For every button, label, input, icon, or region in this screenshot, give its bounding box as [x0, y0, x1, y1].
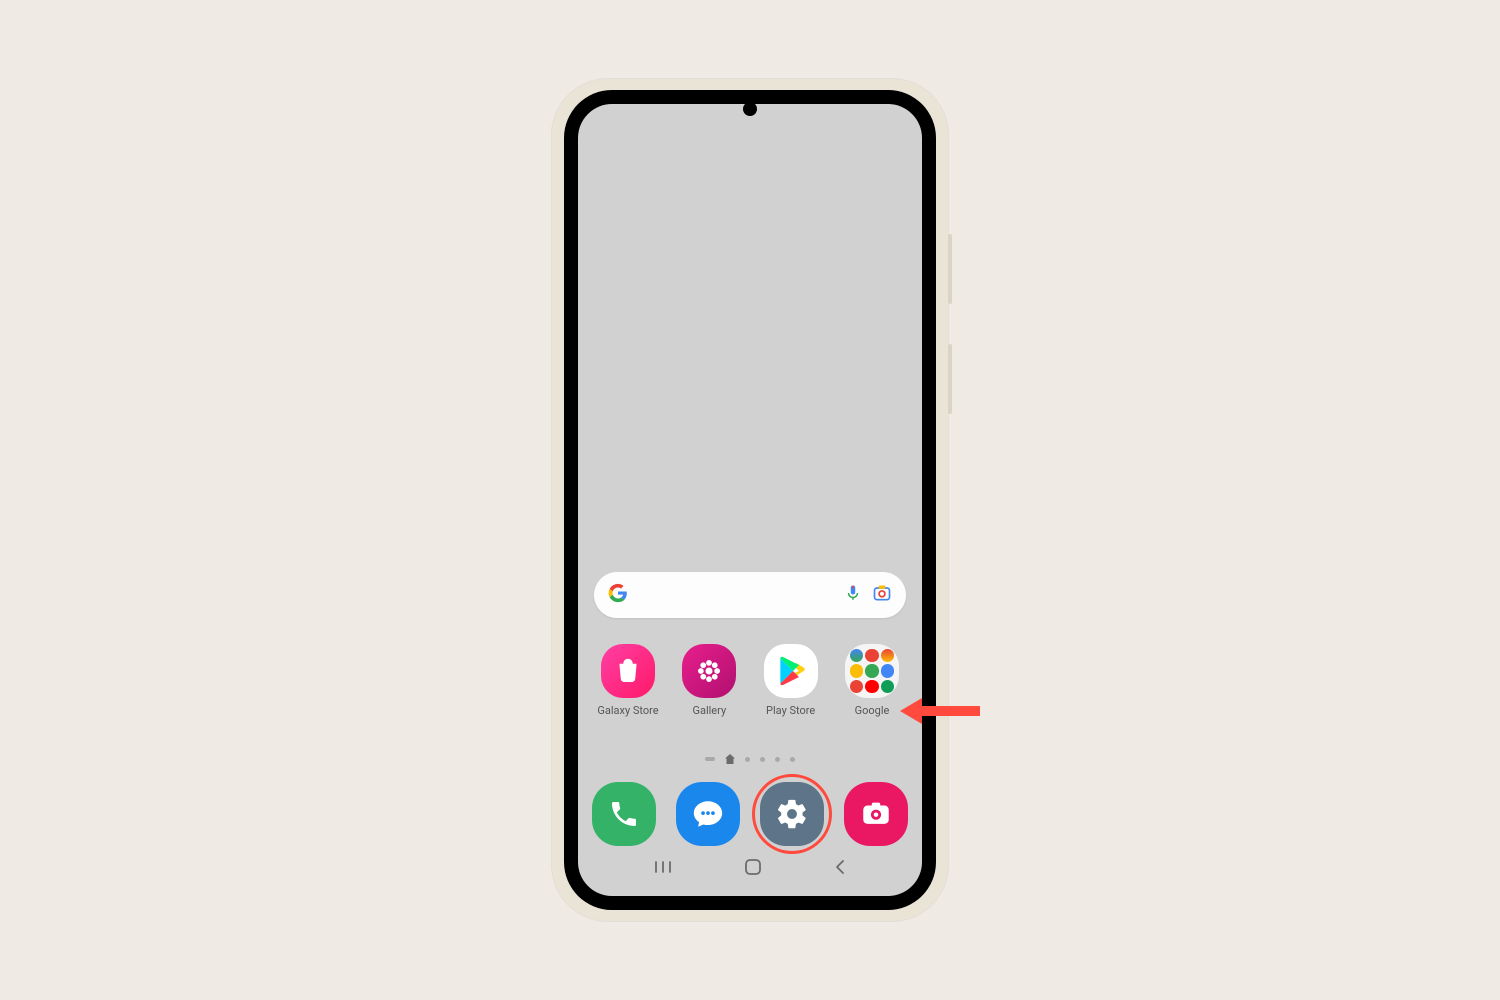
gallery-icon — [682, 644, 736, 698]
nav-back-button[interactable] — [833, 858, 847, 880]
play-store-icon — [764, 644, 818, 698]
page-indicator-apps[interactable] — [705, 757, 715, 761]
nav-home-button[interactable] — [744, 858, 762, 880]
page-indicator-dot[interactable] — [760, 757, 765, 762]
page-indicator-dot[interactable] — [790, 757, 795, 762]
page-indicator-dot[interactable] — [745, 757, 750, 762]
google-logo-icon — [608, 583, 628, 607]
app-google-folder[interactable]: Google — [836, 644, 908, 717]
phone-bezel: Galaxy Store Gallery — [564, 90, 936, 910]
front-camera-hole — [743, 102, 757, 116]
app-label: Galaxy Store — [597, 704, 658, 717]
camera-icon — [859, 797, 893, 831]
dock-camera[interactable] — [844, 782, 908, 846]
dock-settings[interactable] — [760, 782, 824, 846]
lens-camera-icon[interactable] — [872, 583, 892, 607]
page-indicator[interactable] — [578, 754, 922, 764]
dock-messages[interactable] — [676, 782, 740, 846]
phone-icon — [608, 798, 640, 830]
app-gallery[interactable]: Gallery — [673, 644, 745, 717]
nav-recents-button[interactable] — [653, 859, 673, 879]
app-galaxy-store[interactable]: Galaxy Store — [592, 644, 664, 717]
home-screen[interactable]: Galaxy Store Gallery — [578, 104, 922, 896]
app-play-store[interactable]: Play Store — [755, 644, 827, 717]
google-folder-icon — [845, 644, 899, 698]
highlight-annotation-circle — [752, 774, 832, 854]
galaxy-store-icon — [601, 644, 655, 698]
system-nav-bar — [578, 854, 922, 884]
google-search-bar[interactable] — [594, 572, 906, 618]
voice-search-icon[interactable] — [844, 584, 862, 606]
dock-phone[interactable] — [592, 782, 656, 846]
page-indicator-dot[interactable] — [775, 757, 780, 762]
messages-icon — [691, 797, 725, 831]
app-label: Play Store — [766, 704, 815, 717]
phone-frame: Galaxy Store Gallery — [552, 79, 948, 921]
app-label: Gallery — [692, 704, 726, 717]
dock — [592, 782, 908, 846]
home-app-row: Galaxy Store Gallery — [592, 644, 908, 717]
app-label: Google — [855, 704, 890, 717]
annotation-arrow — [900, 698, 980, 724]
page-indicator-home-active[interactable] — [725, 754, 735, 764]
